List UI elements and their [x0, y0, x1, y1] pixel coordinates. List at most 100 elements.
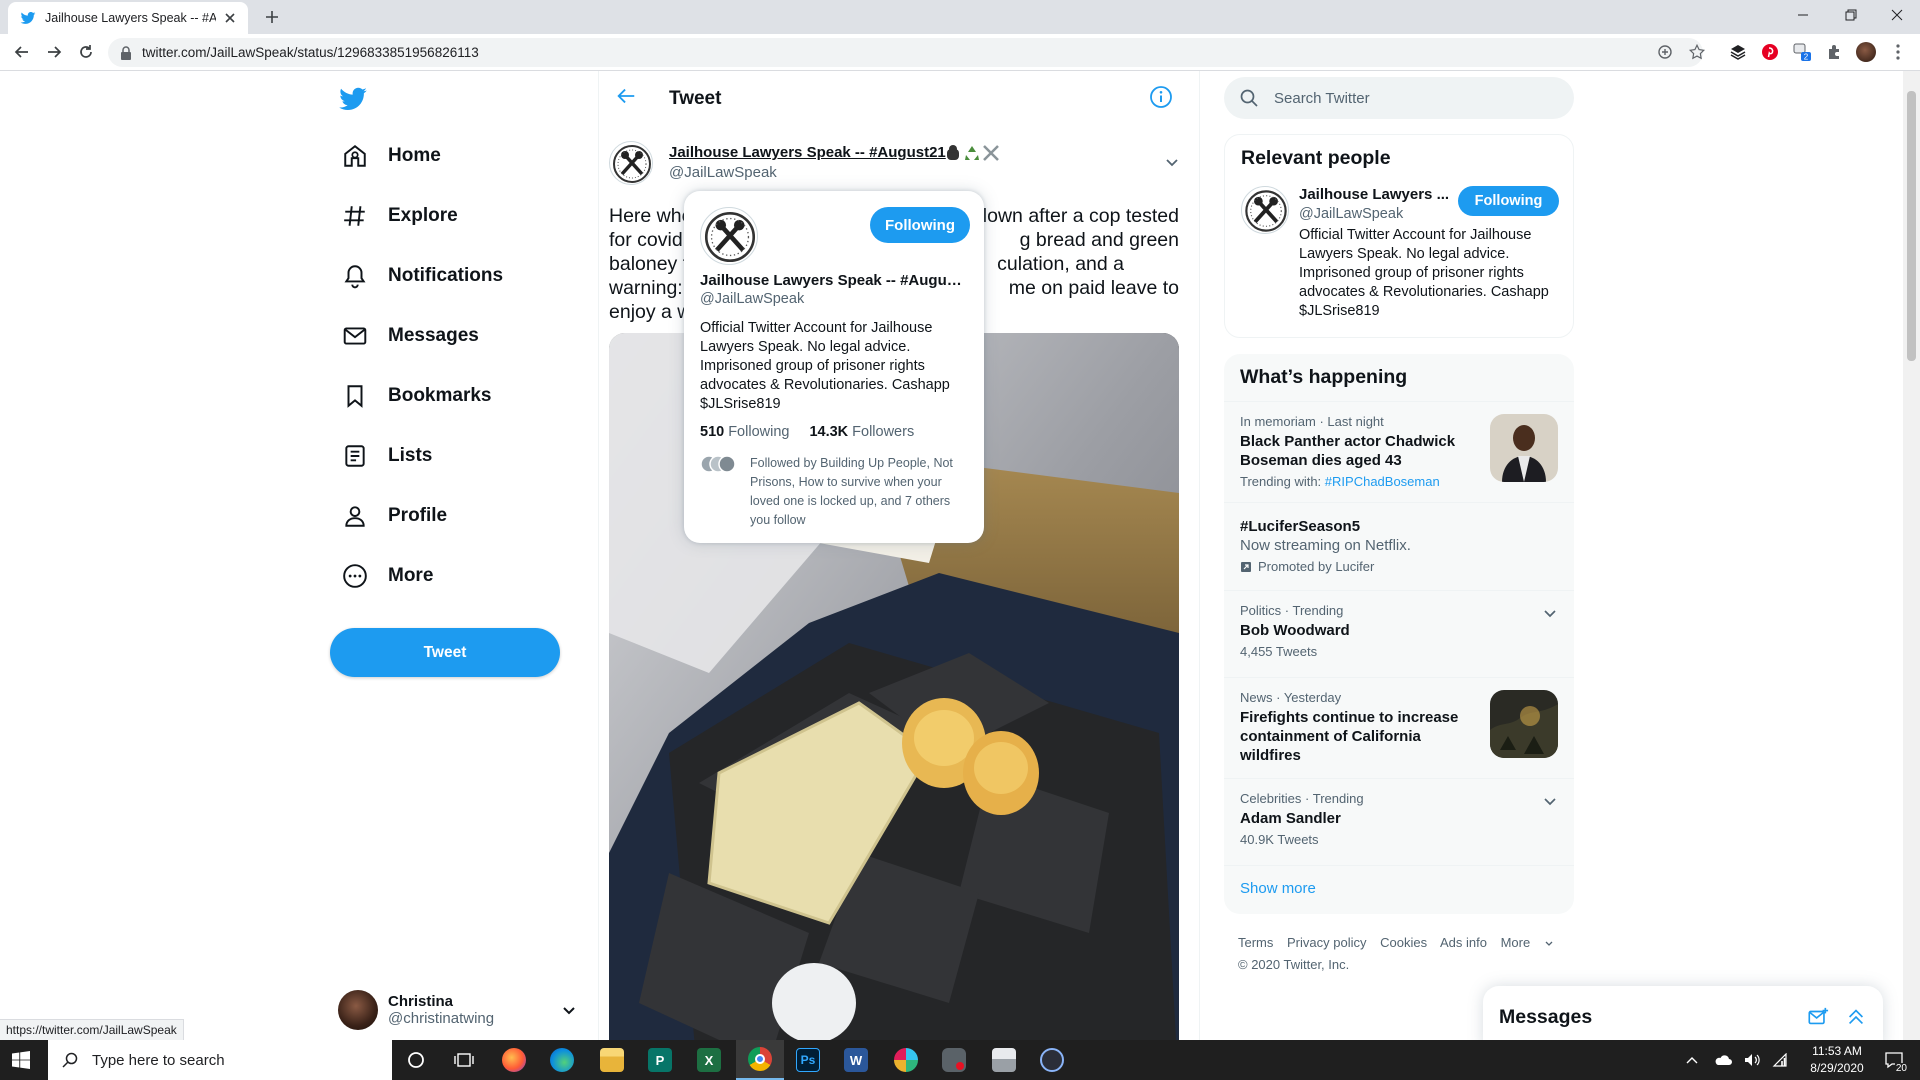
- taskbar-publisher[interactable]: P: [636, 1040, 684, 1080]
- close-tab-icon[interactable]: [222, 10, 238, 26]
- footer-link-terms[interactable]: Terms: [1238, 935, 1273, 950]
- new-tab-icon[interactable]: [262, 7, 282, 27]
- browser-tab[interactable]: Jailhouse Lawyers Speak -- #Aug: [8, 2, 248, 34]
- nav-item-bookmarks[interactable]: Bookmarks: [330, 370, 504, 422]
- bookmark-icon: [347, 385, 363, 408]
- task-view-icon: [454, 1053, 474, 1067]
- taskbar-clock[interactable]: 11:53 AM 8/29/2020: [1802, 1043, 1872, 1077]
- nav-item-messages[interactable]: Messages: [330, 310, 491, 362]
- chevron-down-icon[interactable]: [1542, 605, 1558, 621]
- trend-item[interactable]: #LuciferSeason5 Now streaming on Netflix…: [1224, 502, 1574, 590]
- footer-link-ads[interactable]: Ads info: [1440, 935, 1487, 950]
- panel-title: Relevant people: [1241, 147, 1391, 169]
- back-arrow-icon[interactable]: [615, 85, 637, 107]
- volume-icon[interactable]: [1740, 1040, 1764, 1080]
- minimize-window-button[interactable]: [1780, 0, 1826, 30]
- messages-dock[interactable]: Messages: [1483, 986, 1883, 1048]
- taskbar-word[interactable]: W: [832, 1040, 880, 1080]
- nav-item-notifications[interactable]: Notifications: [330, 250, 515, 302]
- extension-layers-icon[interactable]: [1728, 42, 1748, 62]
- hover-card-avatar[interactable]: [700, 207, 758, 265]
- footer-link-privacy[interactable]: Privacy policy: [1287, 935, 1366, 950]
- compose-tweet-button[interactable]: Tweet: [330, 628, 560, 677]
- taskbar-obs[interactable]: [1028, 1040, 1076, 1080]
- taskbar-camera-app[interactable]: [930, 1040, 978, 1080]
- trend-item[interactable]: Celebrities · Trending Adam Sandler 40.9…: [1224, 778, 1574, 865]
- relevant-person-name[interactable]: Jailhouse Lawyers ...: [1299, 186, 1449, 203]
- nav-label: Notifications: [388, 265, 504, 286]
- trend-meta: Celebrities · Trending: [1240, 791, 1364, 806]
- trending-with-link[interactable]: #RIPChadBoseman: [1325, 474, 1440, 489]
- new-message-icon[interactable]: [1807, 1006, 1829, 1028]
- tray-chevron-up-icon[interactable]: [1680, 1040, 1704, 1080]
- following-stat[interactable]: 510 Following: [700, 424, 789, 440]
- pinterest-icon[interactable]: [1760, 42, 1780, 62]
- taskbar-search-input[interactable]: Type here to search: [48, 1040, 392, 1080]
- crossed-swords-emoji-icon: [983, 145, 999, 161]
- profile-avatar-icon[interactable]: [1856, 42, 1876, 62]
- search-input[interactable]: Search Twitter: [1224, 77, 1574, 119]
- trend-item[interactable]: Politics · Trending Bob Woodward 4,455 T…: [1224, 590, 1574, 677]
- close-window-button[interactable]: [1874, 0, 1920, 30]
- show-more-link[interactable]: Show more: [1224, 865, 1574, 911]
- twitter-logo-icon[interactable]: [338, 84, 368, 114]
- task-view-button[interactable]: [440, 1040, 488, 1080]
- wifi-icon[interactable]: [1768, 1040, 1792, 1080]
- nav-item-more[interactable]: More: [330, 550, 445, 602]
- nav-item-lists[interactable]: Lists: [330, 430, 444, 482]
- page-scrollbar[interactable]: [1903, 71, 1920, 1040]
- relevant-person-handle[interactable]: @JailLawSpeak: [1299, 206, 1403, 222]
- extension-badge-icon[interactable]: 2: [1792, 42, 1812, 62]
- taskbar-edge[interactable]: [538, 1040, 586, 1080]
- action-center-button[interactable]: 20: [1874, 1040, 1914, 1080]
- tweet-author-handle[interactable]: @JailLawSpeak: [669, 164, 777, 181]
- cortana-button[interactable]: [392, 1040, 440, 1080]
- taskbar-photoshop[interactable]: Ps: [784, 1040, 832, 1080]
- hover-card-name[interactable]: Jailhouse Lawyers Speak -- #August...: [700, 272, 970, 289]
- windows-start-icon[interactable]: [12, 1051, 30, 1069]
- hover-card-bio: Official Twitter Account for Jailhouse L…: [700, 320, 950, 412]
- extensions-puzzle-icon[interactable]: [1824, 42, 1844, 62]
- chevron-down-icon[interactable]: [1542, 793, 1558, 809]
- followers-stat[interactable]: 14.3K Followers: [809, 424, 914, 440]
- trend-item[interactable]: News · Yesterday Firefights continue to …: [1224, 677, 1574, 778]
- back-button[interactable]: [12, 42, 32, 62]
- hover-card-handle[interactable]: @JailLawSpeak: [700, 291, 804, 307]
- scrollbar-thumb[interactable]: [1907, 91, 1916, 361]
- footer-link-cookies[interactable]: Cookies: [1380, 935, 1427, 950]
- nav-item-home[interactable]: Home: [330, 130, 453, 182]
- tweet-author-avatar[interactable]: [609, 141, 653, 185]
- taskbar-printer-app[interactable]: [980, 1040, 1028, 1080]
- taskbar-chrome[interactable]: [736, 1040, 784, 1080]
- footer-link-more[interactable]: More: [1501, 935, 1554, 950]
- trend-item[interactable]: In memoriam · Last night Black Panther a…: [1224, 401, 1574, 502]
- following-button[interactable]: Following: [870, 207, 970, 243]
- nav-item-explore[interactable]: Explore: [330, 190, 470, 242]
- taskbar-slack[interactable]: [882, 1040, 930, 1080]
- chevron-down-icon[interactable]: [1163, 153, 1181, 171]
- bookmark-star-icon[interactable]: [1687, 42, 1707, 62]
- tweet-author-name[interactable]: Jailhouse Lawyers Speak -- #August21: [669, 144, 946, 161]
- taskbar-file-explorer[interactable]: [588, 1040, 636, 1080]
- taskbar-excel[interactable]: X: [685, 1040, 733, 1080]
- restore-window-button[interactable]: [1828, 0, 1874, 30]
- info-icon[interactable]: [1149, 85, 1173, 109]
- reload-button[interactable]: [76, 42, 96, 62]
- address-bar[interactable]: twitter.com/JailLawSpeak/status/12968338…: [108, 38, 1703, 67]
- avatar[interactable]: [1241, 186, 1289, 234]
- chrome-menu-icon[interactable]: [1888, 42, 1908, 62]
- forward-button[interactable]: [44, 42, 64, 62]
- onedrive-cloud-icon[interactable]: [1710, 1040, 1736, 1080]
- account-switcher[interactable]: Christina @christinatwing: [338, 980, 578, 1040]
- relevant-person[interactable]: Jailhouse Lawyers ... @JailLawSpeak Foll…: [1225, 182, 1573, 332]
- followed-by-text[interactable]: Followed by Building Up People, Not Pris…: [750, 454, 972, 530]
- taskbar-firefox[interactable]: [490, 1040, 538, 1080]
- nav-item-profile[interactable]: Profile: [330, 490, 459, 542]
- nav-label: Explore: [388, 205, 458, 226]
- expand-up-icon[interactable]: [1845, 1006, 1867, 1028]
- following-button[interactable]: Following: [1458, 186, 1559, 216]
- add-icon[interactable]: [1655, 42, 1675, 62]
- notification-count: 20: [1894, 1063, 1908, 1074]
- chrome-icon: [748, 1047, 772, 1071]
- cortana-circle-icon: [408, 1052, 424, 1068]
